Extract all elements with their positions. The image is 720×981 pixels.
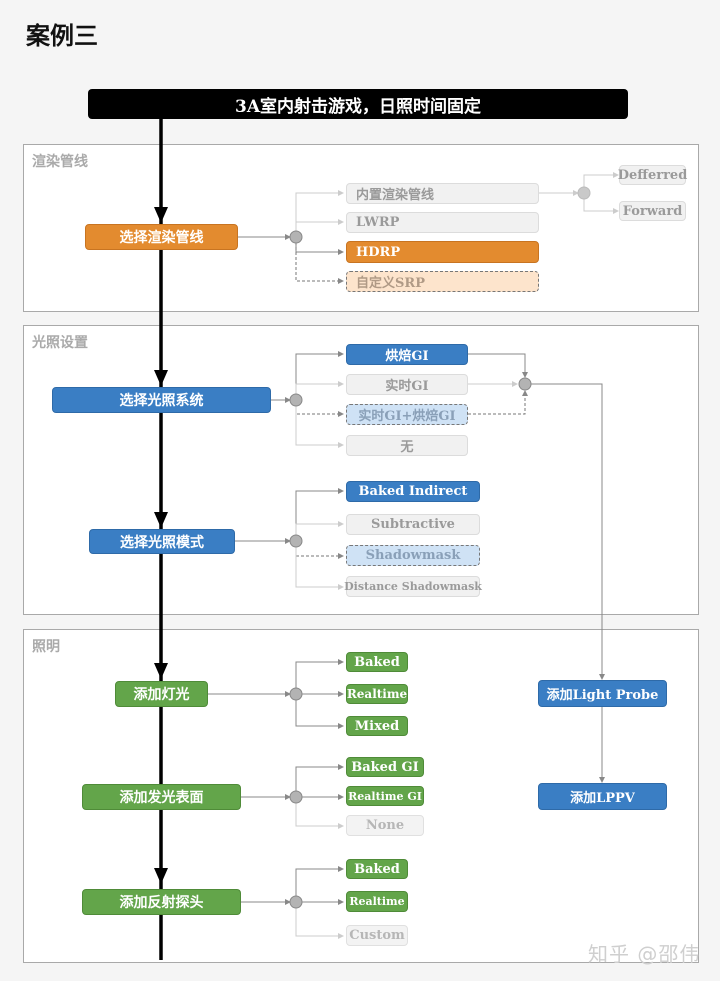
section-label: 渲染管线 (32, 154, 88, 170)
add-reflection-probe-node: 添加反射探头 (82, 889, 241, 915)
add-light-node: 添加灯光 (115, 681, 208, 707)
deferred-option: Defferred (618, 165, 687, 185)
page-title: 案例三 (26, 21, 98, 50)
light-baked-option: Baked (346, 652, 408, 672)
watermark: 知乎 @邵伟 (588, 942, 701, 966)
none-option: 无 (346, 435, 468, 456)
select-lighting-mode-node: 选择光照模式 (89, 529, 235, 554)
light-realtime-option: Realtime (346, 684, 408, 704)
probe-custom-option: Custom (346, 925, 408, 946)
section-lighting-settings: 光照设置 (23, 325, 699, 615)
hdrp-option: HDRP (346, 241, 539, 263)
baked-gi-option: 烘焙GI (346, 344, 468, 365)
baked-indirect-option: Baked Indirect (346, 481, 480, 502)
emissive-realtime-gi-option: Realtime GI (346, 786, 424, 806)
select-lighting-system-node: 选择光照系统 (52, 387, 271, 413)
emissive-baked-gi-option: Baked GI (346, 757, 424, 777)
add-lppv-node: 添加LPPV (538, 783, 667, 810)
shadowmask-option: Shadowmask (346, 545, 480, 566)
scenario-banner: 3A室内射击游戏，日照时间固定 (88, 89, 628, 119)
lwrp-option: LWRP (346, 212, 539, 233)
select-render-pipeline-node: 选择渲染管线 (85, 224, 238, 250)
builtin-pipeline-option: 内置渲染管线 (346, 183, 539, 204)
emissive-none-option: None (346, 815, 424, 836)
section-label: 照明 (32, 639, 60, 655)
custom-srp-option: 自定义SRP (346, 271, 539, 292)
realtime-plus-baked-gi-option: 实时GI+烘焙GI (346, 404, 468, 425)
add-emissive-surface-node: 添加发光表面 (82, 784, 241, 810)
distance-shadowmask-option: Distance Shadowmask (344, 576, 482, 597)
light-mixed-option: Mixed (346, 716, 408, 736)
probe-baked-option: Baked (346, 859, 408, 879)
probe-realtime-option: Realtime (346, 891, 408, 912)
forward-option: Forward (619, 201, 686, 221)
add-light-probe-node: 添加Light Probe (538, 680, 667, 707)
realtime-gi-option: 实时GI (346, 374, 468, 395)
subtractive-option: Subtractive (346, 514, 480, 535)
section-label: 光照设置 (32, 335, 88, 351)
